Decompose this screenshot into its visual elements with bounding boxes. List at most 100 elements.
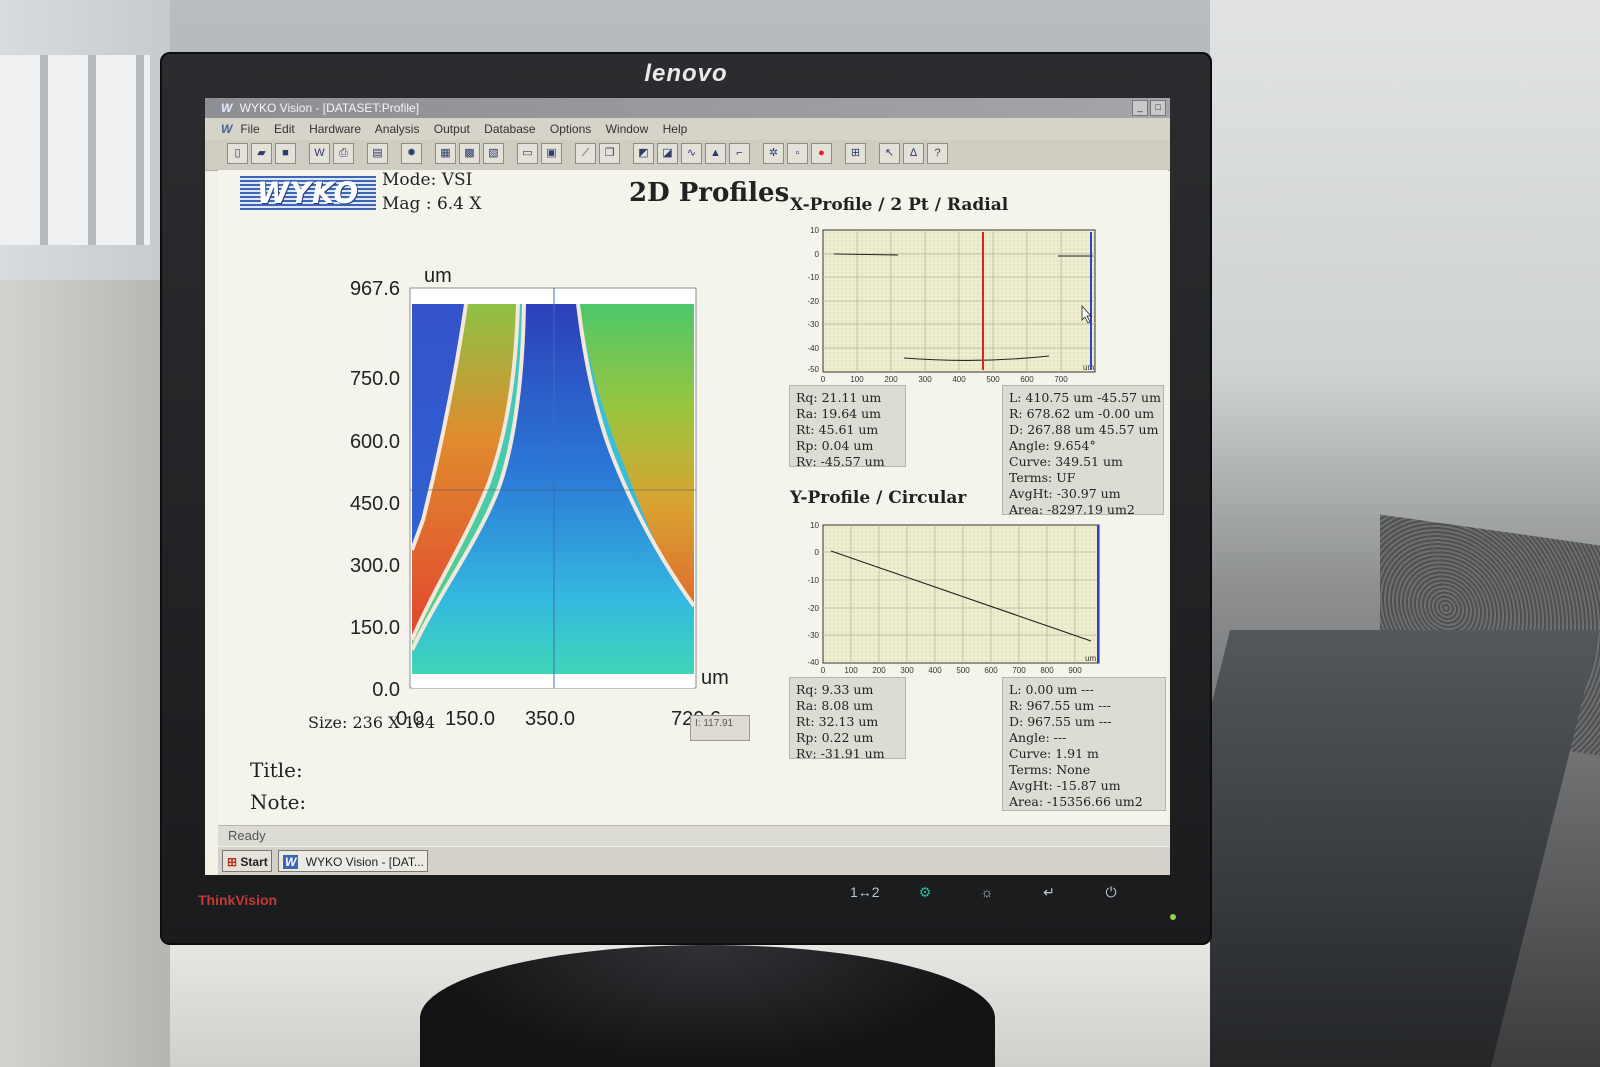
color-icon[interactable]: ▧ [483, 143, 504, 164]
window-icon[interactable]: ▣ [541, 143, 562, 164]
x-profile-plot[interactable]: 10 0 -10 -20 -30 -40 -50 0 100 200 300 4… [793, 220, 1103, 386]
map-y-tick: 150.0 [350, 617, 400, 639]
input-switch-button[interactable]: 1↔2 [850, 884, 880, 901]
menu-file[interactable]: File [240, 122, 259, 136]
y-profile-plot[interactable]: 10 0 -10 -20 -30 -40 0 100 200 300 400 5… [793, 515, 1103, 675]
stat-curve: Curve: 349.51 um [1009, 454, 1123, 469]
toolbar-separator [835, 143, 842, 164]
map-y-tick: 750.0 [350, 368, 400, 390]
windows-flag-icon: ⊞ [227, 855, 238, 869]
y-plot-y-tick: 0 [815, 548, 820, 557]
menu-help[interactable]: Help [663, 122, 688, 136]
start-button[interactable]: ⊞ Start [222, 850, 272, 872]
start-label: Start [240, 855, 268, 869]
brightness-button[interactable]: ☼ [974, 884, 1000, 901]
y-plot-x-tick: 100 [844, 666, 858, 675]
surface-map-panel: um um 967.6 750.0 600.0 450.0 300.0 150.… [218, 220, 778, 760]
y-plot-x-tick: 600 [984, 666, 998, 675]
x-profile-cursor-stats: L: 410.75 um -45.57 um R: 678.62 um -0.0… [1002, 385, 1164, 517]
wyko-icon[interactable]: W [309, 143, 330, 164]
record-icon[interactable]: ● [811, 143, 832, 164]
page-icon[interactable]: ▤ [367, 143, 388, 164]
view-icon[interactable]: ▭ [517, 143, 538, 164]
pointer-icon[interactable]: ↖ [879, 143, 900, 164]
y-plot-x-tick: 500 [956, 666, 970, 675]
x-plot-x-tick: 200 [884, 375, 898, 384]
x-plot-x-tick: 400 [952, 375, 966, 384]
enter-button[interactable]: ↵ [1036, 884, 1062, 901]
stat-rq: Rq: 21.11 um [796, 390, 882, 405]
menu-options[interactable]: Options [550, 122, 591, 136]
x-plot-unit: um [1083, 363, 1094, 372]
taskbar-item-wyko-vision[interactable]: W WYKO Vision - [DAT... [278, 850, 428, 872]
status-text: Ready [228, 828, 266, 843]
surface-map[interactable]: um um 967.6 750.0 600.0 450.0 300.0 150.… [218, 220, 778, 760]
y-plot-x-tick: 200 [872, 666, 886, 675]
y-plot-x-tick: 400 [928, 666, 942, 675]
power-button[interactable]: ⏻ [1098, 884, 1124, 901]
wyko-logo: WYKO [240, 176, 376, 210]
title-label: Title: [250, 758, 303, 782]
x-plot-x-tick: 600 [1020, 375, 1034, 384]
map-icon[interactable]: ▦ [435, 143, 456, 164]
menu-edit[interactable]: Edit [274, 122, 295, 136]
grid-icon[interactable]: ▩ [459, 143, 480, 164]
ruler-icon[interactable]: ⟋ [575, 143, 596, 164]
menu-analysis[interactable]: Analysis [375, 122, 420, 136]
window-title-bar[interactable]: W WYKO Vision - [DATASET:Profile] _ □ [205, 98, 1170, 118]
x-plot-y-tick: -30 [807, 320, 819, 329]
stat-d: D: 267.88 um 45.57 um [1009, 422, 1159, 437]
y-plot-y-tick: -20 [807, 604, 819, 613]
minimize-button[interactable]: _ [1132, 100, 1148, 116]
x-plot-y-tick: -40 [807, 344, 819, 353]
menu-window[interactable]: Window [606, 122, 649, 136]
background-instrument [0, 280, 175, 1067]
x-profile-roughness-stats: Rq: 21.11 um Ra: 19.64 um Rt: 45.61 um R… [789, 385, 906, 469]
stat-rp: Rp: 0.22 um [796, 730, 874, 745]
toolbar-separator [425, 143, 432, 164]
step-icon[interactable]: ⌐ [729, 143, 750, 164]
menu-bar: W File Edit Hardware Analysis Output Dat… [205, 118, 1170, 140]
screen: W WYKO Vision - [DATASET:Profile] _ □ W … [205, 98, 1170, 875]
page-title: 2D Profiles [629, 178, 790, 208]
map-x-unit: um [701, 667, 729, 689]
map-y-tick: 0.0 [372, 679, 400, 701]
map-x-tick: 350.0 [525, 708, 575, 730]
sun-icon[interactable]: ✹ [401, 143, 422, 164]
stat-avght: AvgHt: -30.97 um [1009, 486, 1121, 501]
monitor-model-label: ThinkVision [198, 892, 278, 908]
stat-ra: Ra: 8.08 um [796, 698, 874, 713]
stat-angle: Angle: 9.654° [1009, 438, 1096, 453]
x-plot-x-tick: 300 [918, 375, 932, 384]
menu-button[interactable]: ⚙ [912, 884, 938, 901]
surface-icon[interactable]: ◩ [633, 143, 654, 164]
maximize-button[interactable]: □ [1150, 100, 1166, 116]
slope-icon[interactable]: ◪ [657, 143, 678, 164]
menu-database[interactable]: Database [484, 122, 535, 136]
toolbar-separator [391, 143, 398, 164]
wave-icon[interactable]: ∿ [681, 143, 702, 164]
filter-icon[interactable]: ⊞ [845, 143, 866, 164]
taskbar: ⊞ Start W WYKO Vision - [DAT... [218, 846, 1170, 875]
document-logo-icon[interactable]: W [221, 118, 237, 140]
x-plot-y-tick: -10 [807, 273, 819, 282]
menu-output[interactable]: Output [434, 122, 470, 136]
stat-icon[interactable]: ∆ [903, 143, 924, 164]
open-icon[interactable]: ▰ [251, 143, 272, 164]
stat-curve: Curve: 1.91 m [1009, 746, 1099, 761]
note-label: Note: [250, 790, 307, 814]
save-icon[interactable]: ■ [275, 143, 296, 164]
magnification-label: Mag : 6.4 X [382, 194, 482, 214]
menu-hardware[interactable]: Hardware [309, 122, 361, 136]
y-plot-y-tick: 10 [810, 521, 819, 530]
help-icon[interactable]: ? [927, 143, 948, 164]
print-icon[interactable]: ⎙ [333, 143, 354, 164]
y-plot-y-tick: -30 [807, 631, 819, 640]
gear-icon[interactable]: ✲ [763, 143, 784, 164]
stop-icon[interactable]: ▫ [787, 143, 808, 164]
stat-rp: Rp: 0.04 um [796, 438, 874, 453]
copy-icon[interactable]: ❐ [599, 143, 620, 164]
new-icon[interactable]: ▯ [227, 143, 248, 164]
peak-icon[interactable]: ▲ [705, 143, 726, 164]
toolbar-separator [507, 143, 514, 164]
